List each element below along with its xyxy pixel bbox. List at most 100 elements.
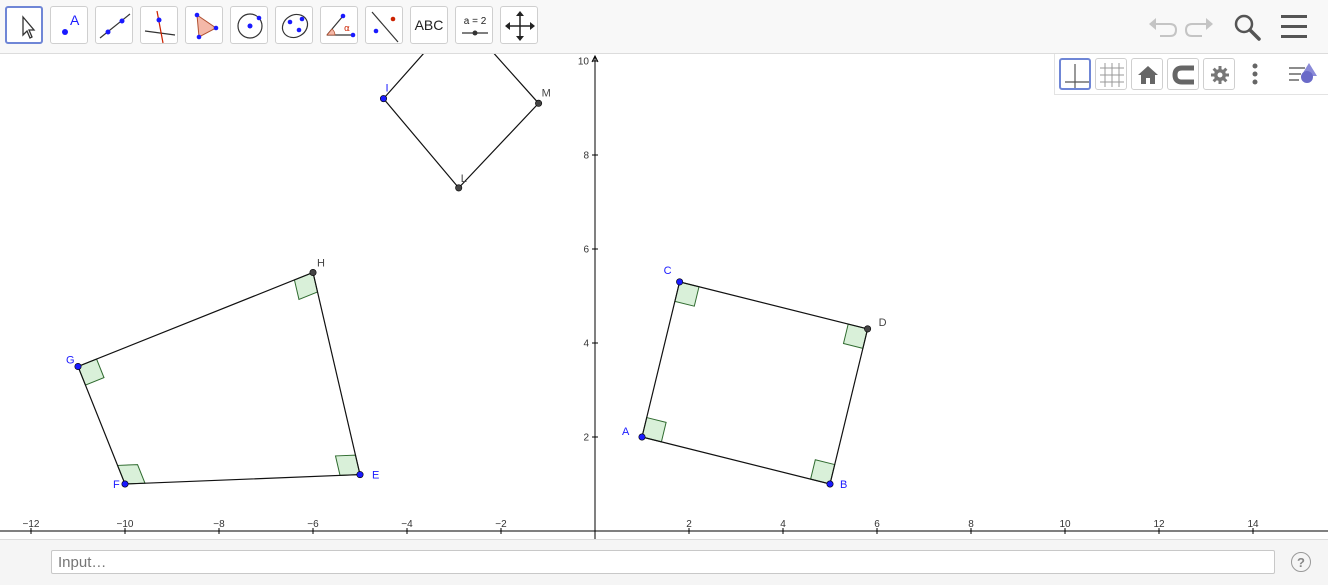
angle-tool-label: α — [344, 24, 350, 34]
angle-tool-button[interactable]: α — [320, 6, 358, 44]
ellipse-tool-button[interactable] — [275, 6, 313, 44]
point-G — [74, 362, 82, 370]
point-capturing-button[interactable] — [1167, 58, 1199, 90]
point-label-B: B — [840, 479, 847, 491]
show-axes-icon — [1065, 64, 1089, 88]
help-button[interactable]: ? — [1291, 552, 1311, 572]
redo-icon — [1184, 18, 1213, 37]
toggle-style-bar-button[interactable] — [1285, 58, 1325, 90]
x-tick-label: −2 — [495, 519, 507, 530]
slider-tool-label: a = 2 — [464, 16, 487, 27]
toolbar: A α ABC a = 2 — [0, 0, 1328, 54]
help-icon: ? — [1297, 554, 1305, 570]
graphics-canvas[interactable]: −12 −10 −8 −6 −4 −2 2 4 6 8 10 12 14 2 4 6 8 10 A B C D E F G H I… — [0, 54, 1328, 539]
point-label-L: L — [461, 173, 467, 185]
show-grid-icon — [1100, 63, 1124, 87]
point-label-G: G — [66, 355, 75, 367]
standard-view-button[interactable] — [1131, 58, 1163, 90]
quadrilateral-IJML — [382, 54, 540, 189]
cursor-arrow-icon — [22, 15, 36, 39]
point-label-E: E — [372, 470, 379, 482]
rectangle-FEHG — [77, 271, 361, 485]
point-label-A: A — [622, 426, 630, 438]
x-tick-label: 8 — [968, 519, 974, 530]
snap-magnet-icon — [1172, 65, 1194, 85]
settings-gear-icon — [1211, 66, 1229, 84]
main-menu-button[interactable] — [1277, 10, 1311, 44]
toggle-axes-button[interactable] — [1059, 58, 1091, 90]
ellipse-icon — [281, 13, 309, 39]
undo-icon — [1149, 18, 1178, 37]
circle-tool-button[interactable] — [230, 6, 268, 44]
algebra-input-bar: ? — [0, 539, 1328, 585]
slider-icon: a = 2 — [462, 16, 488, 36]
line-tool-button[interactable] — [95, 6, 133, 44]
polygon-tool-button[interactable] — [185, 6, 223, 44]
graphics-style-bar — [1054, 54, 1328, 95]
point-label-I: I — [386, 83, 389, 95]
undo-button[interactable] — [1146, 10, 1180, 44]
right-angle-marker — [77, 358, 105, 386]
menu-icon — [1281, 15, 1307, 38]
graphics-view[interactable]: −12 −10 −8 −6 −4 −2 2 4 6 8 10 12 14 2 4 6 8 10 A B C D E F G H I… — [0, 54, 1328, 539]
x-tick-label: −12 — [23, 519, 40, 530]
point-C — [676, 278, 684, 286]
x-tick-label: 2 — [686, 519, 692, 530]
redo-button[interactable] — [1182, 10, 1216, 44]
slider-tool-button[interactable]: a = 2 — [455, 6, 493, 44]
polygon-icon — [194, 12, 219, 40]
angle-icon: α — [326, 13, 356, 38]
x-tick-label: 12 — [1153, 519, 1165, 530]
point-label-F: F — [113, 479, 120, 491]
toggle-style-bar-icon — [1289, 63, 1317, 83]
point-M — [535, 99, 543, 107]
move-tool-button[interactable] — [5, 6, 43, 44]
move-graphics-view-tool-button[interactable] — [500, 6, 538, 44]
circle-icon — [237, 13, 263, 39]
more-vertical-icon — [1252, 63, 1258, 85]
point-I — [379, 95, 387, 103]
point-B — [826, 480, 834, 488]
text-tool-label: ABC — [414, 17, 444, 33]
point-L — [455, 184, 463, 192]
x-tick-label: 10 — [1059, 519, 1071, 530]
toggle-grid-button[interactable] — [1095, 58, 1127, 90]
y-tick-label: 6 — [583, 245, 589, 256]
perpendicular-line-tool-button[interactable] — [140, 6, 178, 44]
y-tick-label: 4 — [583, 339, 589, 350]
more-options-button[interactable] — [1241, 58, 1269, 90]
text-tool-button[interactable]: ABC — [410, 6, 448, 44]
point-D — [864, 325, 872, 333]
line-icon — [99, 13, 131, 39]
search-button[interactable] — [1230, 10, 1264, 44]
home-icon — [1138, 66, 1158, 84]
point-tool-label: A — [70, 12, 80, 28]
point-label-C: C — [664, 265, 672, 277]
y-tick-label: 8 — [583, 151, 589, 162]
y-tick-label: 10 — [578, 57, 590, 68]
x-tick-label: −6 — [307, 519, 319, 530]
x-tick-label: −10 — [117, 519, 134, 530]
x-tick-label: 6 — [874, 519, 880, 530]
y-tick-label: 2 — [583, 433, 589, 444]
x-tick-label: −4 — [401, 519, 413, 530]
x-tick-label: 4 — [780, 519, 786, 530]
reflect-tool-button[interactable] — [365, 6, 403, 44]
x-tick-label: −8 — [213, 519, 225, 530]
graphics-settings-button[interactable] — [1203, 58, 1235, 90]
point-label-D: D — [879, 317, 887, 329]
perpendicular-line-icon — [144, 10, 176, 44]
point-F — [121, 480, 129, 488]
point-tool-button[interactable]: A — [50, 6, 88, 44]
search-icon — [1234, 14, 1261, 41]
four-arrows-move-icon — [505, 11, 535, 41]
point-E — [356, 471, 364, 479]
point-icon: A — [62, 12, 80, 35]
point-H — [309, 269, 317, 277]
point-label-H: H — [317, 258, 325, 270]
point-label-M: M — [542, 87, 551, 99]
point-A — [638, 433, 646, 441]
algebra-input-field[interactable] — [51, 550, 1275, 574]
x-tick-label: 14 — [1247, 519, 1259, 530]
rectangle-ABDC — [641, 281, 869, 485]
